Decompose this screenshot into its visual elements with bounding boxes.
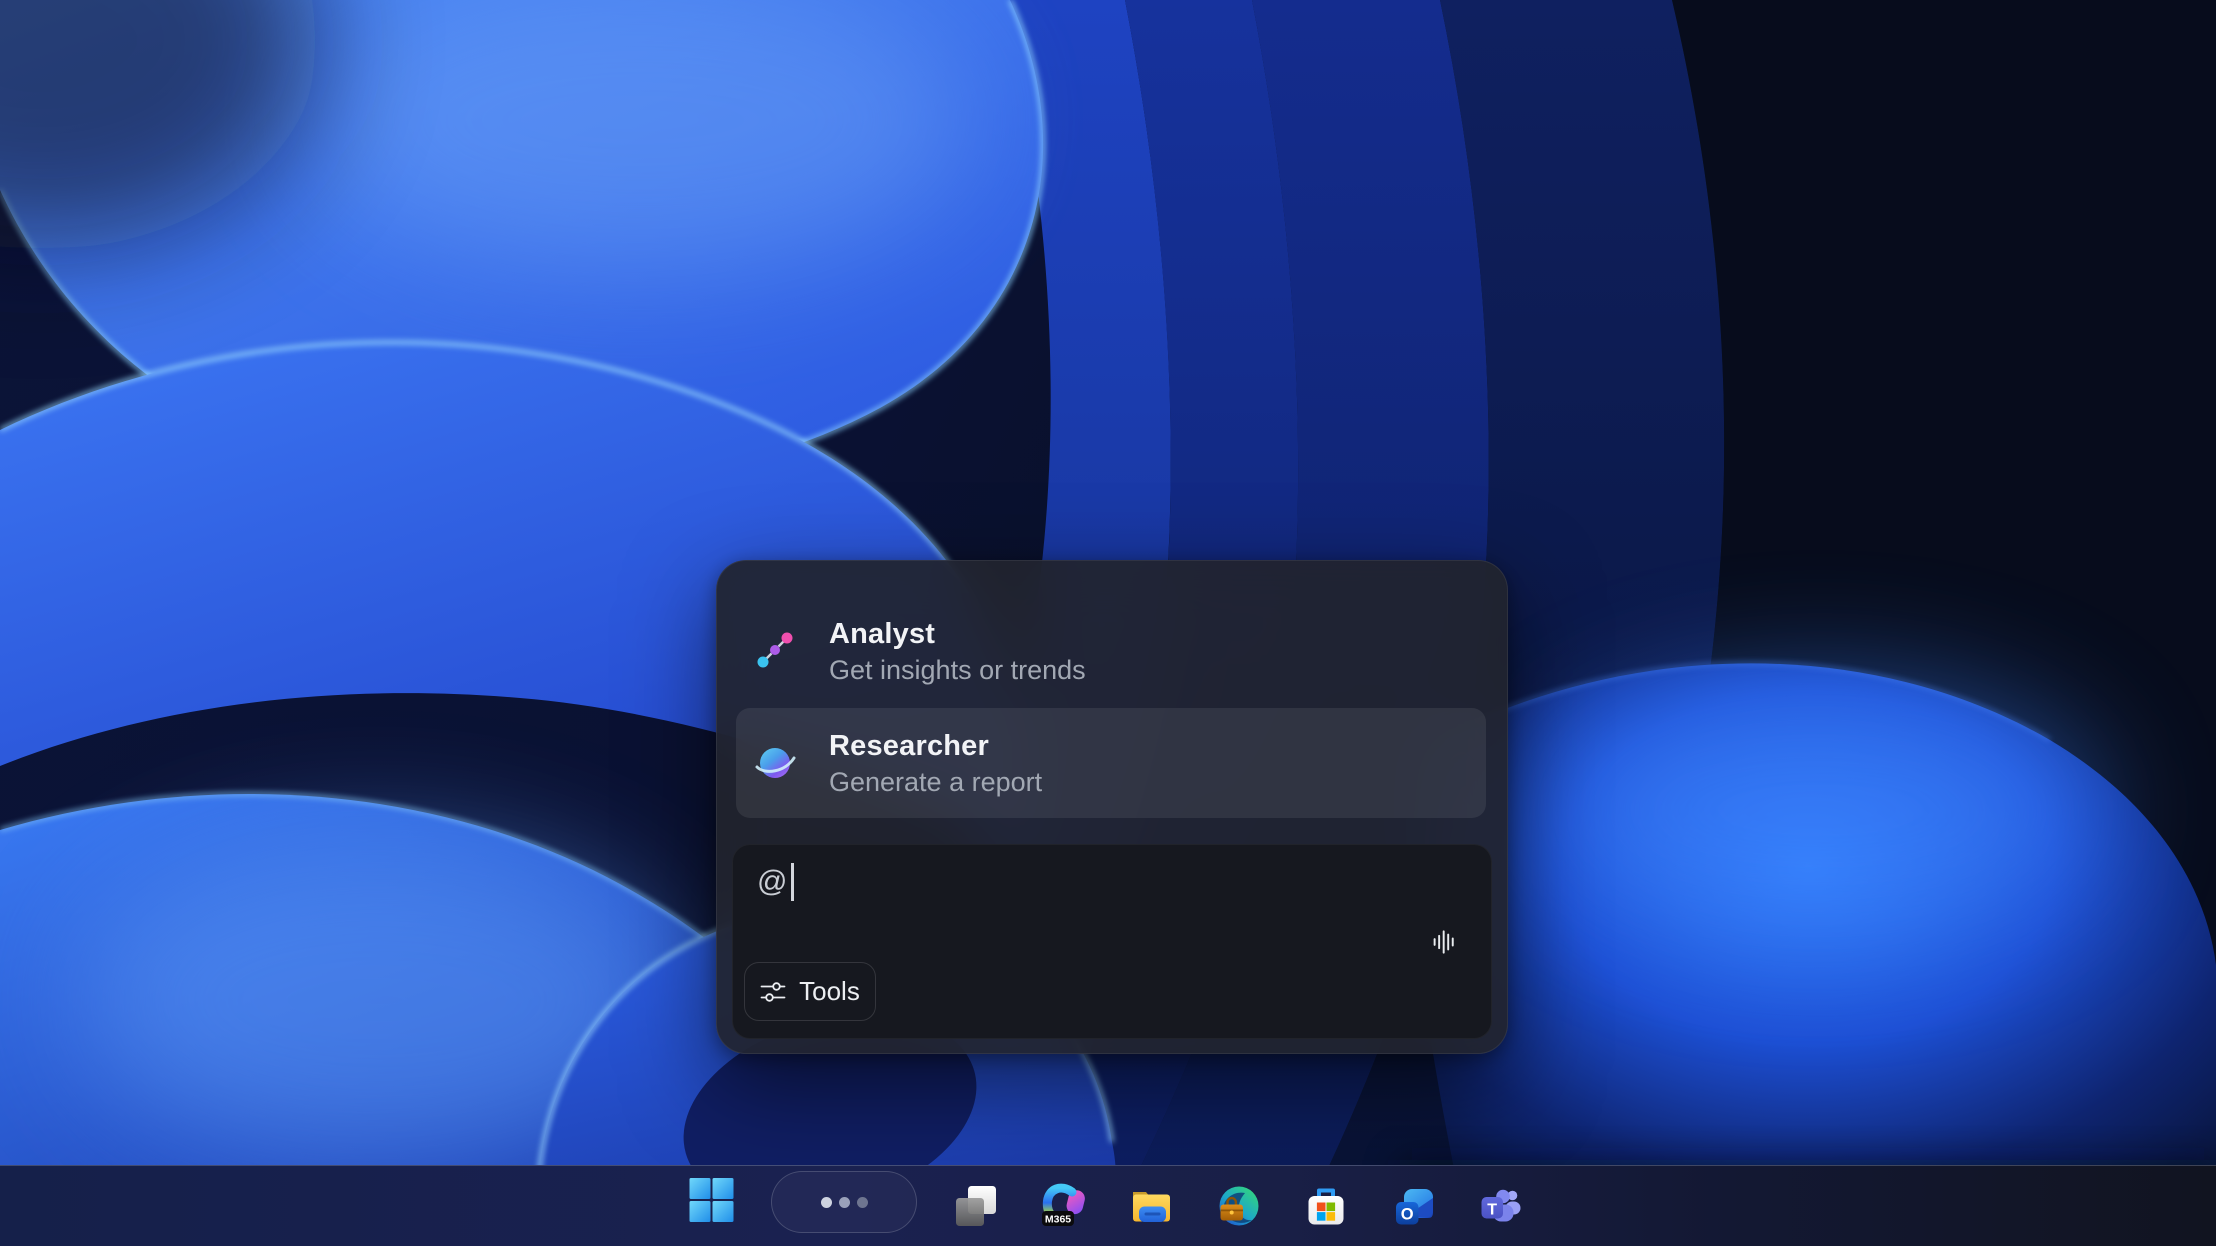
agent-title: Researcher [829, 731, 1042, 761]
microsoft-store-button[interactable] [1303, 1183, 1349, 1229]
sliders-icon [760, 981, 786, 1003]
agent-item-researcher[interactable]: Researcher Generate a report [736, 708, 1486, 818]
task-view-button[interactable] [953, 1183, 999, 1229]
tools-button-label: Tools [799, 976, 860, 1007]
teams-letter: T [1487, 1202, 1497, 1219]
agent-title: Analyst [829, 619, 1086, 649]
agent-item-analyst[interactable]: Analyst Get insights or trends [736, 596, 1486, 706]
voice-waveform-icon [1433, 920, 1455, 964]
task-view-icon [953, 1183, 999, 1229]
teams-icon: T [1478, 1183, 1524, 1229]
edge-briefcase-icon [1216, 1183, 1262, 1229]
copilot-search-pill[interactable] [771, 1171, 917, 1233]
prompt-input-value: @ [757, 865, 787, 899]
ellipsis-dot [839, 1197, 850, 1208]
analyst-trendline-icon [753, 629, 797, 673]
tools-button[interactable]: Tools [744, 962, 876, 1021]
copilot-agent-panel: Analyst Get insights or trends Researche… [716, 560, 1508, 1054]
outlook-letter: O [1401, 1206, 1414, 1224]
m365-copilot-button[interactable]: M365 [1041, 1183, 1087, 1229]
teams-button[interactable]: T [1478, 1183, 1524, 1229]
text-caret [791, 863, 794, 901]
ellipsis-dot [821, 1197, 832, 1208]
m365-copilot-icon: M365 [1041, 1183, 1087, 1229]
edge-work-button[interactable] [1216, 1183, 1262, 1229]
voice-input-button[interactable] [1427, 920, 1461, 964]
taskbar: M365 [0, 1165, 2216, 1246]
outlook-icon: O [1391, 1183, 1437, 1229]
desktop: Analyst Get insights or trends Researche… [0, 0, 2216, 1246]
outlook-button[interactable]: O [1391, 1183, 1437, 1229]
agent-subtitle: Get insights or trends [829, 656, 1086, 684]
researcher-planet-icon [753, 741, 797, 785]
ellipsis-dot [857, 1197, 868, 1208]
agent-subtitle: Generate a report [829, 768, 1042, 796]
windows-start-icon [688, 1176, 735, 1224]
composer-box[interactable]: @ Tools [732, 844, 1492, 1039]
file-explorer-icon [1128, 1183, 1174, 1229]
start-button[interactable] [688, 1176, 735, 1224]
prompt-input[interactable]: @ [757, 863, 794, 901]
microsoft-store-icon [1303, 1183, 1349, 1229]
m365-badge: M365 [1045, 1214, 1071, 1226]
file-explorer-button[interactable] [1128, 1183, 1174, 1229]
